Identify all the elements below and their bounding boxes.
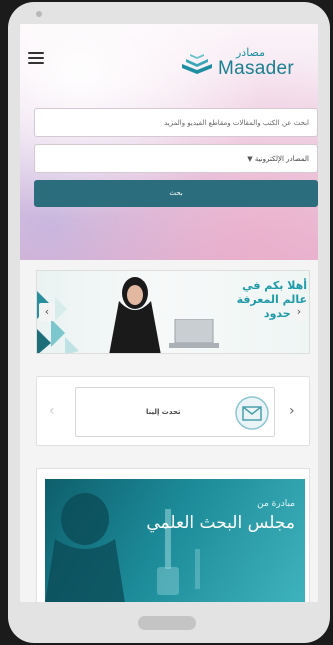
initiative-subtitle: مبادرة من — [257, 499, 295, 509]
home-button[interactable] — [138, 616, 196, 630]
hero-section: مصادر Masader ابحث عن الكتب والمقالات وم… — [20, 24, 318, 260]
welcome-banner[interactable]: أهلا بكم في عالم المعرفة بلا حدود ‹ › — [36, 270, 310, 354]
initiative-banner[interactable]: مبادرة من مجلس البحث العلمي — [45, 479, 305, 602]
laptop-illustration — [169, 319, 219, 348]
search-input[interactable]: ابحث عن الكتب والمقالات ومقاطع الفيديو و… — [34, 108, 318, 137]
chevron-down-icon: ▼ — [247, 155, 253, 163]
phone-frame: مصادر Masader ابحث عن الكتب والمقالات وم… — [8, 2, 330, 643]
contact-label: تحدث إلينا — [146, 408, 181, 416]
hamburger-menu-icon[interactable] — [28, 52, 44, 66]
search-button[interactable]: بحث — [34, 180, 318, 207]
carousel-prev-icon[interactable]: ‹ — [49, 403, 55, 419]
source-select[interactable]: المصادر الإلكترونية ▼ — [34, 144, 318, 173]
app-screen: مصادر Masader ابحث عن الكتب والمقالات وم… — [20, 24, 318, 602]
initiative-section: مبادرة من مجلس البحث العلمي — [36, 468, 310, 602]
envelope-chat-icon — [235, 396, 269, 430]
initiative-title: مجلس البحث العلمي — [146, 513, 295, 533]
book-logo-icon — [182, 54, 212, 74]
woman-illustration — [109, 277, 161, 353]
researcher-silhouette — [45, 493, 200, 602]
banner-next-arrow-icon[interactable]: › — [291, 303, 307, 321]
carousel-next-icon[interactable]: › — [289, 403, 295, 419]
camera-dot — [36, 11, 42, 17]
banner-prev-arrow-icon[interactable]: ‹ — [39, 303, 55, 321]
masader-logo[interactable]: مصادر Masader — [180, 46, 310, 82]
contact-card[interactable]: تحدث إلينا — [75, 387, 275, 437]
source-select-value: المصادر الإلكترونية — [254, 155, 309, 163]
contact-carousel: ‹ تحدث إلينا › — [36, 376, 310, 446]
logo-english-text: Masader — [218, 58, 295, 79]
